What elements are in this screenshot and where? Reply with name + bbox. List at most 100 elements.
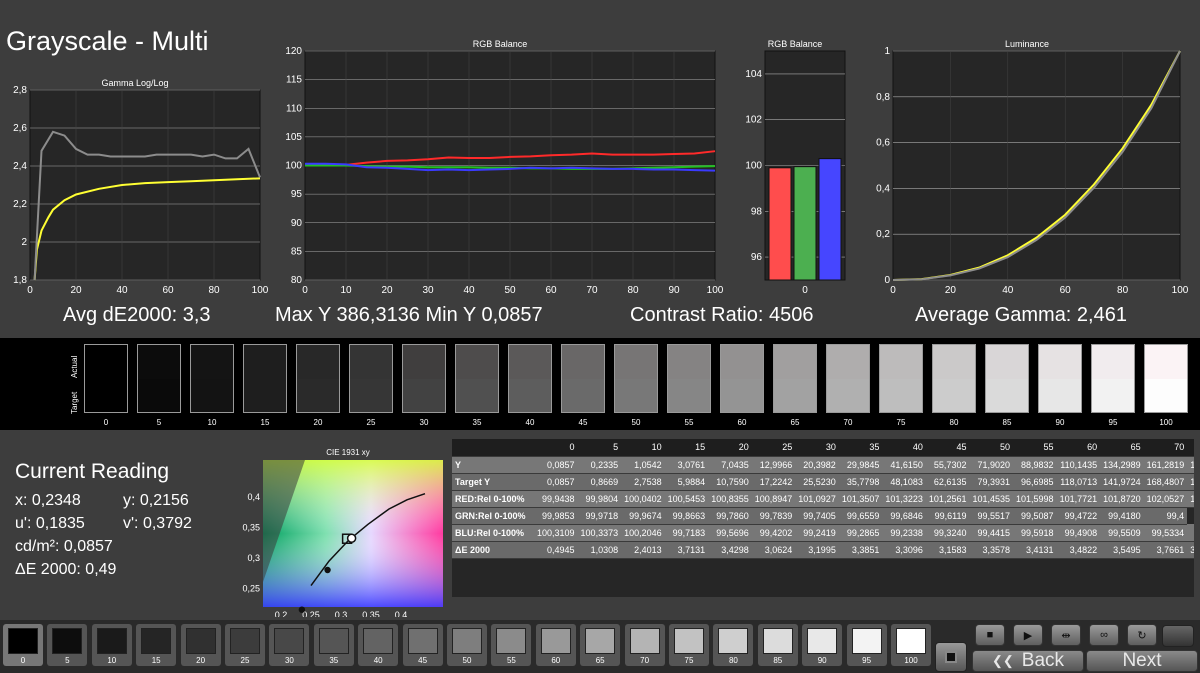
rgb-line-xtick: 60	[545, 285, 557, 296]
patch-button[interactable]: 65	[580, 624, 621, 666]
patch-button[interactable]: 15	[136, 624, 177, 666]
measurement-table: 051015202530354045505560657075Y0,08570,2…	[452, 439, 1194, 597]
table-cell: 12,9966	[751, 456, 796, 474]
swatch-actual	[1039, 345, 1081, 379]
patch-label: 40	[373, 656, 383, 665]
patch-button[interactable]: 40	[358, 624, 399, 666]
cie-measured-point	[324, 566, 331, 574]
patch-label: 20	[196, 656, 206, 665]
patch-button[interactable]: 35	[313, 624, 354, 666]
table-cell: 99,9853	[534, 507, 578, 525]
patch-color	[674, 628, 704, 654]
table-cell: 3,3096	[882, 541, 926, 559]
swatch-label: 30	[419, 418, 429, 427]
table-cell: 62,6135	[925, 473, 970, 491]
record-button[interactable]	[935, 642, 967, 672]
swatch-label: 45	[578, 418, 588, 427]
rgb-line-ytick: 100	[285, 161, 302, 172]
cie-xtick: 0,35	[362, 610, 380, 617]
patch-color	[52, 628, 83, 654]
table-cell: 25,5230	[795, 473, 839, 491]
patch-button[interactable]: 55	[491, 624, 532, 666]
patch-color	[141, 628, 172, 654]
table-cell: 99,7860	[708, 507, 752, 525]
swatch-pair	[879, 344, 923, 413]
loop-button[interactable]: ∞	[1089, 624, 1119, 646]
table-cell: 3,1995	[795, 541, 839, 559]
table-cell: 99,4	[1187, 524, 1194, 542]
table-cell: 0,8669	[577, 473, 622, 491]
table-header-cell: 65	[1100, 439, 1144, 457]
table-cell: 101,2561	[925, 490, 970, 508]
swatch-actual	[827, 345, 869, 379]
patch-button[interactable]: 5	[47, 624, 88, 666]
table-cell: 99,4722	[1056, 507, 1101, 525]
swatch-actual	[562, 345, 604, 379]
swatch-label: 5	[156, 418, 162, 427]
refresh-button[interactable]: ↻	[1127, 624, 1157, 646]
rgb-line-chart-title: RGB Balance	[473, 39, 528, 49]
table-cell: 99,3240	[925, 524, 970, 542]
table-header-cell: 20	[708, 439, 752, 457]
patch-button[interactable]: 75	[669, 624, 709, 666]
patch-label: 55	[506, 656, 516, 665]
patch-label: 85	[773, 656, 783, 665]
swatch-pair	[455, 344, 499, 413]
avg-gamma-summary: Average Gamma: 2,461	[915, 304, 1127, 326]
luminance-ytick: 1	[884, 46, 890, 57]
rgb-bar-r	[768, 167, 792, 281]
table-header-cell: 15	[664, 439, 709, 457]
patch-button[interactable]: 60	[535, 624, 576, 666]
play-button[interactable]: ▶	[1013, 624, 1043, 646]
patch-button[interactable]: 25	[225, 624, 265, 666]
patch-label: 50	[462, 656, 472, 665]
back-button[interactable]: ❮❮ Back	[972, 650, 1084, 672]
patch-color	[96, 628, 127, 654]
patch-button[interactable]: 20	[180, 624, 221, 666]
patch-button[interactable]: 90	[802, 624, 843, 666]
options-button[interactable]	[1162, 625, 1194, 647]
rgb-line-xtick: 50	[504, 285, 516, 296]
patch-button[interactable]: 80	[713, 624, 754, 666]
swatch-target	[562, 378, 604, 412]
step-button[interactable]: ⇹	[1051, 624, 1081, 646]
current-reading-title: Current Reading	[15, 460, 170, 483]
swatch-label: 20	[313, 418, 323, 427]
table-cell: 3,0761	[664, 456, 709, 474]
table-cell: 100,3373	[577, 524, 622, 542]
patch-color	[807, 628, 838, 654]
patch-button[interactable]: 30	[269, 624, 310, 666]
patch-label: 95	[862, 656, 872, 665]
next-button[interactable]: Next	[1086, 650, 1198, 672]
rgb-line-xtick: 90	[668, 285, 680, 296]
gamma-xtick: 60	[162, 285, 174, 296]
record-icon	[945, 651, 957, 663]
stop-button[interactable]: ■	[975, 624, 1005, 646]
table-cell: 5,9884	[664, 473, 709, 491]
rgb-line-xtick: 100	[707, 285, 724, 296]
gamma-xtick: 80	[208, 285, 220, 296]
patch-button[interactable]: 100	[891, 624, 931, 666]
step-icon: ⇹	[1061, 629, 1071, 642]
patch-button[interactable]: 10	[91, 624, 132, 666]
rgb-line-ytick: 110	[286, 103, 302, 114]
luminance-xtick: 0	[890, 285, 896, 296]
gamma-ytick: 2,6	[13, 123, 27, 134]
gamma-xtick: 40	[116, 285, 128, 296]
table-row: RED:Rel 0-100% 99,9438 99,9804 100,0402 100,…	[452, 490, 1194, 508]
table-cell: 0,4945	[534, 541, 578, 559]
swatch-pair	[349, 344, 393, 413]
patch-button[interactable]: 70	[624, 624, 665, 666]
luminance-ytick: 0,8	[876, 92, 890, 103]
patch-button[interactable]: 85	[757, 624, 798, 666]
rgb-bar-b	[818, 158, 842, 281]
gamma-ytick: 2,4	[13, 161, 27, 172]
patch-button[interactable]: 45	[402, 624, 443, 666]
table-cell: 99,5509	[1100, 524, 1144, 542]
patch-button[interactable]: 0	[3, 624, 43, 666]
swatch-actual	[986, 345, 1028, 379]
patch-button[interactable]: 95	[846, 624, 887, 666]
stop-icon: ■	[986, 629, 994, 641]
patch-button[interactable]: 50	[447, 624, 487, 666]
swatch-actual	[85, 345, 127, 379]
